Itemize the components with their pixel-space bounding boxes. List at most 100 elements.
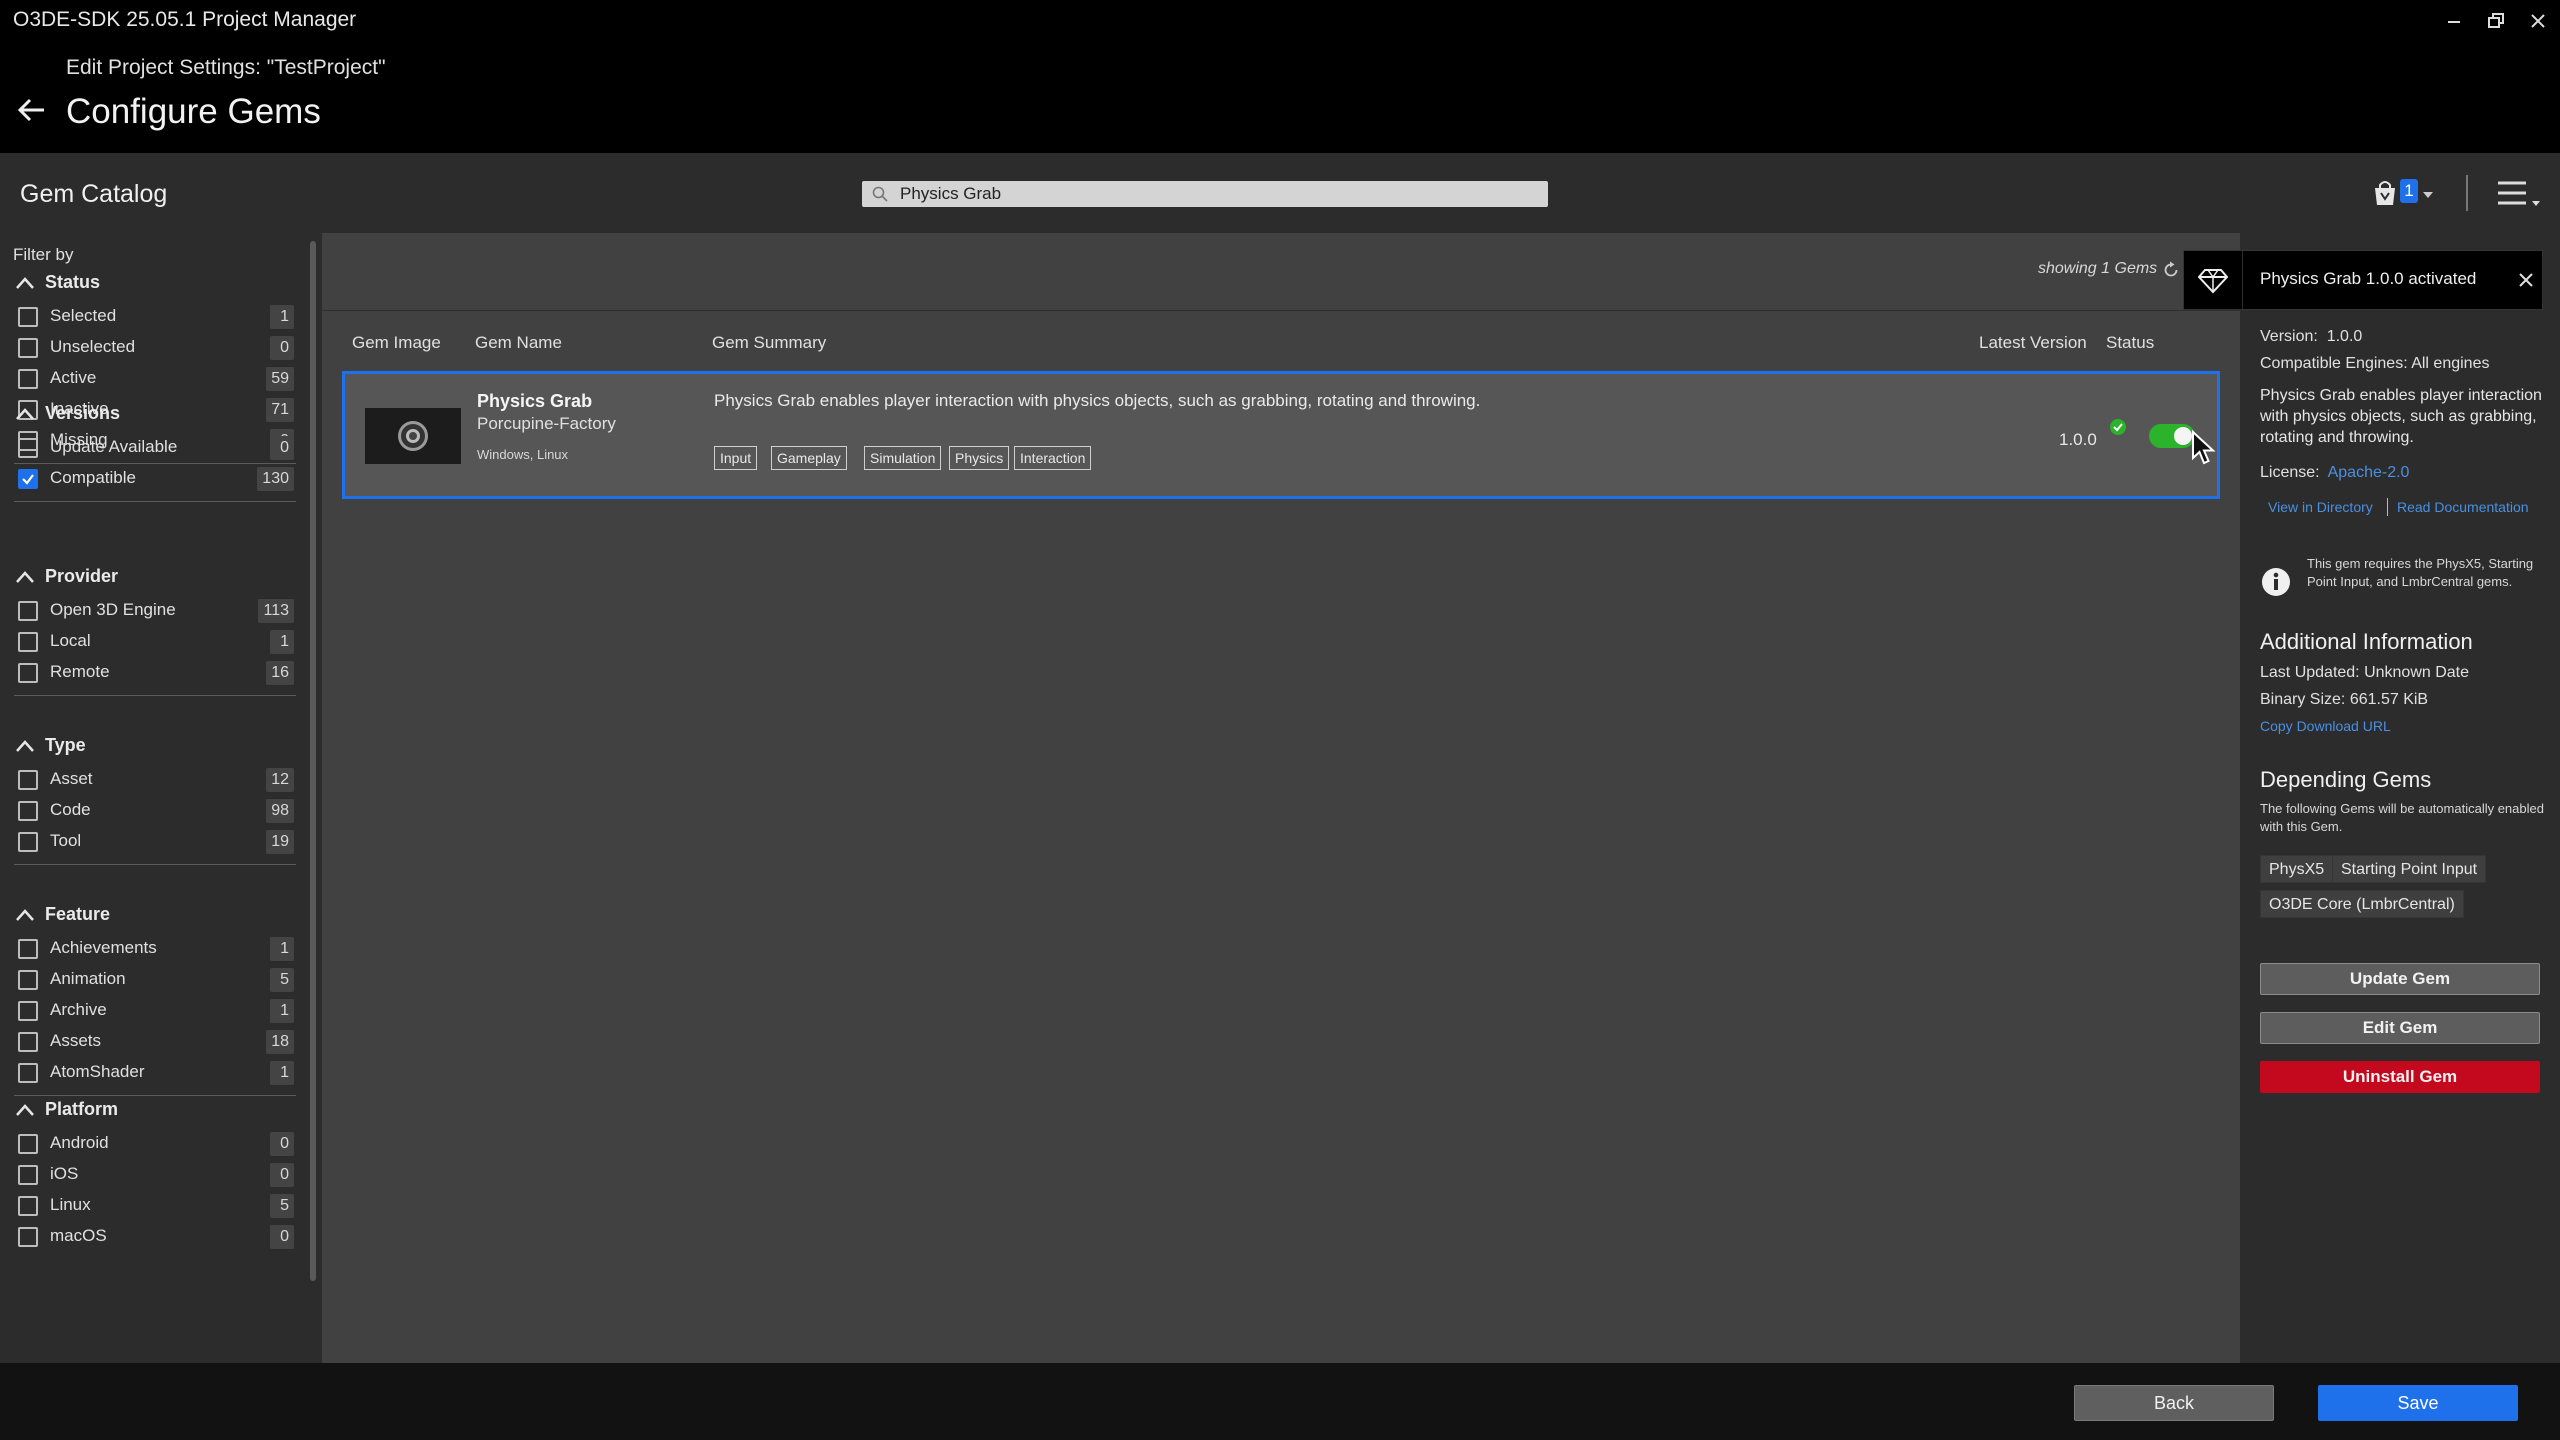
filter-checkbox[interactable] — [18, 832, 38, 852]
filter-option-label: Code — [50, 800, 91, 819]
filter-checkbox[interactable] — [18, 1063, 38, 1083]
info-icon — [2262, 568, 2290, 596]
menu-button[interactable] — [2496, 179, 2544, 209]
filter-option[interactable]: Code 98 — [18, 798, 298, 824]
filter-option[interactable]: AtomShader 1 — [18, 1060, 298, 1086]
edit-gem-button[interactable]: Edit Gem — [2260, 1012, 2540, 1044]
filter-checkbox[interactable] — [18, 970, 38, 990]
filter-checkbox[interactable] — [18, 307, 38, 327]
engines-label: Compatible Engines: — [2260, 355, 2408, 372]
license-link[interactable]: Apache-2.0 — [2328, 464, 2410, 481]
search-input[interactable] — [900, 181, 1530, 207]
filter-option[interactable]: Achievements 1 — [18, 936, 298, 962]
filter-option[interactable]: Compatible 130 — [18, 466, 298, 492]
filter-checkbox[interactable] — [18, 770, 38, 790]
filter-option[interactable]: Asset 12 — [18, 767, 298, 793]
filter-checkbox[interactable] — [18, 1001, 38, 1021]
filter-option[interactable]: Linux 5 — [18, 1193, 298, 1219]
view-in-directory-link[interactable]: View in Directory — [2268, 499, 2373, 515]
filter-option[interactable]: Tool 19 — [18, 829, 298, 855]
filter-section-label: Type — [45, 735, 86, 755]
filter-option[interactable]: Android 0 — [18, 1131, 298, 1157]
depending-gem-chip[interactable]: PhysX5 — [2260, 855, 2334, 883]
gem-tag[interactable]: Simulation — [864, 446, 942, 470]
filter-option[interactable]: Update Available 0 — [18, 435, 298, 461]
restore-icon — [2488, 13, 2504, 28]
filter-checkbox[interactable] — [18, 338, 38, 358]
gem-summary: Physics Grab enables player interaction … — [714, 391, 1481, 410]
filter-option[interactable]: Open 3D Engine 113 — [18, 598, 298, 624]
filter-option[interactable]: Local 1 — [18, 629, 298, 655]
cart-button[interactable]: 1 — [2372, 177, 2442, 211]
filter-option[interactable]: Archive 1 — [18, 998, 298, 1024]
catalog-title: Gem Catalog — [20, 180, 168, 208]
depending-gem-chip[interactable]: O3DE Core (LmbrCentral) — [2260, 890, 2464, 918]
uninstall-gem-button[interactable]: Uninstall Gem — [2260, 1061, 2540, 1093]
update-gem-button[interactable]: Update Gem — [2260, 963, 2540, 995]
gem-enable-toggle[interactable] — [2149, 424, 2195, 448]
read-documentation-link[interactable]: Read Documentation — [2397, 499, 2529, 515]
filter-checkbox[interactable] — [18, 469, 38, 489]
filter-option-label: Tool — [50, 831, 82, 850]
save-button[interactable]: Save — [2318, 1385, 2518, 1421]
filter-checkbox[interactable] — [18, 369, 38, 389]
filter-option[interactable]: Remote 16 — [18, 660, 298, 686]
filter-option[interactable]: Active 59 — [18, 366, 298, 392]
minimize-button[interactable] — [2440, 8, 2468, 34]
filter-divider — [14, 463, 296, 464]
gem-row[interactable]: Physics Grab Porcupine-Factory Windows, … — [342, 371, 2220, 499]
search-box[interactable] — [862, 181, 1548, 207]
filter-checkbox[interactable] — [18, 1165, 38, 1185]
gem-tag[interactable]: Interaction — [1014, 446, 1092, 470]
filter-checkbox[interactable] — [18, 1032, 38, 1052]
restore-button[interactable] — [2482, 8, 2510, 34]
app-title: O3DE-SDK 25.05.1 Project Manager — [13, 8, 357, 31]
filter-option-label: Selected — [50, 306, 117, 325]
gem-icon — [2198, 269, 2228, 294]
filter-checkbox[interactable] — [18, 939, 38, 959]
refresh-icon[interactable] — [2162, 261, 2180, 279]
filter-checkbox[interactable] — [18, 801, 38, 821]
filter-scrollbar-thumb[interactable] — [310, 241, 316, 1281]
filter-option[interactable]: macOS 0 — [18, 1224, 298, 1250]
back-button[interactable]: Back — [2074, 1385, 2274, 1421]
filter-option-count: 1 — [270, 305, 294, 329]
filter-checkbox[interactable] — [18, 1227, 38, 1247]
filter-option-count: 0 — [270, 1163, 294, 1187]
additional-info-heading: Additional Information — [2260, 629, 2473, 654]
gem-tag[interactable]: Physics — [949, 446, 1010, 470]
filter-option-label: Animation — [50, 969, 126, 988]
close-icon[interactable] — [2518, 272, 2534, 288]
chevron-up-icon — [16, 408, 34, 420]
showing-count: showing 1 Gems — [2038, 260, 2158, 277]
filter-option-label: Linux — [50, 1195, 91, 1214]
gem-tag[interactable]: Gameplay — [771, 446, 847, 470]
filter-checkbox[interactable] — [18, 601, 38, 621]
filter-option-count: 1 — [270, 630, 294, 654]
arrow-left-icon — [17, 98, 44, 122]
filter-option[interactable]: Animation 5 — [18, 967, 298, 993]
hamburger-menu-icon — [2498, 181, 2540, 206]
filter-option[interactable]: Selected 1 — [18, 304, 298, 330]
chevron-up-icon — [16, 909, 34, 921]
engines-value: All engines — [2411, 355, 2490, 372]
filter-checkbox[interactable] — [18, 438, 38, 458]
filter-checkbox[interactable] — [18, 1196, 38, 1216]
back-arrow-button[interactable] — [16, 95, 50, 125]
filter-checkbox[interactable] — [18, 663, 38, 683]
filter-option-count: 19 — [266, 830, 294, 854]
filter-checkbox[interactable] — [18, 632, 38, 652]
filter-option[interactable]: Unselected 0 — [18, 335, 298, 361]
copy-download-url-link[interactable]: Copy Download URL — [2260, 718, 2391, 734]
gem-tag[interactable]: Input — [714, 446, 758, 470]
notification-text: Physics Grab 1.0.0 activated — [2260, 269, 2477, 288]
filter-option[interactable]: iOS 0 — [18, 1162, 298, 1188]
filter-option-label: Unselected — [50, 337, 136, 356]
close-window-button[interactable] — [2524, 8, 2552, 34]
filter-checkbox[interactable] — [18, 1134, 38, 1154]
filter-option-label: Assets — [50, 1031, 102, 1050]
depending-gem-chip[interactable]: Starting Point Input — [2332, 855, 2487, 883]
filter-option[interactable]: Assets 18 — [18, 1029, 298, 1055]
check-circle-icon — [2110, 419, 2126, 435]
inspector-summary: Physics Grab enables player interaction … — [2260, 387, 2542, 446]
